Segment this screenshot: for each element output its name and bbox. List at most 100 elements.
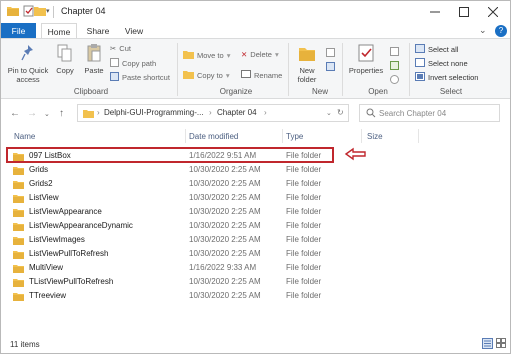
recent-locations-icon[interactable]: ⌄ <box>44 110 50 118</box>
copy-button[interactable]: Copy <box>53 44 77 75</box>
breadcrumb-chevron-icon: › <box>264 108 267 117</box>
large-icons-view-icon[interactable] <box>496 338 507 349</box>
invert-selection-icon <box>415 72 425 83</box>
customize-toolbar-icon[interactable]: ▾ <box>46 7 50 15</box>
file-date: 10/30/2020 2:25 AM <box>189 277 261 286</box>
breadcrumb-current[interactable]: Chapter 04 <box>217 108 257 117</box>
folder-icon <box>83 109 94 120</box>
list-item[interactable]: ListViewAppearanceDynamic 10/30/2020 2:25… <box>11 219 331 233</box>
list-item[interactable]: ListViewImages 10/30/2020 2:25 AM File fol… <box>11 233 331 247</box>
list-item[interactable]: Grids2 10/30/2020 2:25 AM File folder <box>11 177 331 191</box>
cut-label: Cut <box>119 44 131 53</box>
minimize-button[interactable] <box>421 1 449 23</box>
file-date: 10/30/2020 2:25 AM <box>189 291 261 300</box>
breadcrumb-parent[interactable]: Delphi-GUI-Programming-... <box>104 108 204 117</box>
tab-home[interactable]: Home <box>41 23 77 39</box>
paste-shortcut-button[interactable]: Paste shortcut <box>110 72 170 83</box>
pin-label: Pin to Quick access <box>7 66 49 84</box>
address-bar[interactable]: › Delphi-GUI-Programming-... › Chapter 0… <box>77 104 349 122</box>
column-date-modified[interactable]: Date modified <box>189 132 238 141</box>
cut-button[interactable]: ✂ Cut <box>110 44 131 53</box>
list-item[interactable]: MultiView 1/16/2022 9:33 AM File folder <box>11 261 331 275</box>
new-item-icon[interactable] <box>326 48 335 59</box>
window-title: Chapter 04 <box>61 6 106 16</box>
column-separator[interactable] <box>361 129 362 143</box>
easy-access-icon[interactable] <box>326 62 335 73</box>
select-none-icon <box>415 58 425 69</box>
delete-button[interactable]: ✕ Delete ▾ <box>241 50 279 59</box>
list-item[interactable]: ListViewAppearance 10/30/2020 2:25 AM File… <box>11 205 331 219</box>
tab-view[interactable]: View <box>119 23 149 39</box>
file-date: 10/30/2020 2:25 AM <box>189 207 261 216</box>
list-item[interactable]: ListView 10/30/2020 2:25 AM File folder <box>11 191 331 205</box>
tab-share[interactable]: Share <box>81 23 115 39</box>
column-name[interactable]: Name <box>14 132 35 141</box>
scissors-icon: ✂ <box>110 44 117 53</box>
list-item[interactable]: TListViewPullToRefresh 10/30/2020 2:25 AM… <box>11 275 331 289</box>
paste-shortcut-icon <box>110 72 119 83</box>
explorer-window: ▾ Chapter 04 File Home Share View ⌄ ? Pi… <box>0 0 511 354</box>
select-group-label: Select <box>439 87 463 96</box>
collapse-ribbon-icon[interactable]: ⌄ <box>479 25 487 36</box>
new-folder-label: New folder <box>297 66 317 84</box>
copy-to-label: Copy to <box>197 71 223 80</box>
select-none-button[interactable]: Select none <box>415 58 468 69</box>
maximize-button[interactable] <box>450 1 478 23</box>
file-name: ListView <box>29 193 59 202</box>
folder-icon <box>13 180 24 191</box>
paste-icon <box>81 44 107 64</box>
move-to-icon <box>183 50 194 61</box>
column-separator[interactable] <box>282 129 283 143</box>
rename-button[interactable]: Rename <box>241 70 282 80</box>
open-icon[interactable] <box>390 47 399 58</box>
file-date: 10/30/2020 2:25 AM <box>189 221 261 230</box>
paste-button[interactable]: Paste <box>81 44 107 75</box>
paste-label: Paste <box>84 66 104 75</box>
file-type: File folder <box>286 207 322 216</box>
copy-to-icon <box>183 70 194 81</box>
list-item[interactable]: ListViewPullToRefresh 10/30/2020 2:25 AM F… <box>11 247 331 261</box>
properties-quick-icon[interactable] <box>23 5 34 19</box>
copy-to-button[interactable]: Copy to ▾ <box>183 70 230 81</box>
group-separator <box>342 43 343 96</box>
column-separator[interactable] <box>185 129 186 143</box>
file-date: 10/30/2020 2:25 AM <box>189 165 261 174</box>
close-button[interactable] <box>479 1 507 23</box>
file-name: Grids <box>29 165 49 174</box>
move-to-button[interactable]: Move to ▾ <box>183 50 230 61</box>
tab-file[interactable]: File <box>1 23 36 39</box>
pin-quick-access-button[interactable]: Pin to Quick access <box>7 44 49 84</box>
new-group-label: New <box>311 87 328 96</box>
copy-path-button[interactable]: Copy path <box>110 58 156 69</box>
new-folder-button[interactable]: New folder <box>294 44 320 84</box>
invert-selection-button[interactable]: Invert selection <box>415 72 478 83</box>
file-type: File folder <box>286 235 322 244</box>
up-arrow-icon[interactable]: ↑ <box>59 108 64 119</box>
details-view-icon[interactable] <box>482 338 493 349</box>
clipboard-group-label: Clipboard <box>73 87 109 96</box>
help-icon[interactable]: ? <box>495 25 507 37</box>
column-type[interactable]: Type <box>286 132 303 141</box>
properties-button[interactable]: Properties <box>346 44 386 75</box>
forward-arrow-icon[interactable]: → <box>27 108 37 119</box>
copy-label: Copy <box>56 66 74 75</box>
move-to-label: Move to <box>197 51 224 60</box>
new-folder-quick-icon[interactable] <box>34 5 46 18</box>
file-name: MultiView <box>29 263 64 272</box>
edit-icon[interactable] <box>390 61 399 72</box>
refresh-icon[interactable]: ↻ <box>337 108 344 117</box>
select-all-button[interactable]: Select all <box>415 44 458 55</box>
back-arrow-icon[interactable]: ← <box>10 108 20 119</box>
search-box[interactable]: Search Chapter 04 <box>359 104 500 122</box>
arrow-callout-icon <box>344 147 368 163</box>
address-dropdown-icon[interactable]: ⌄ <box>326 109 332 117</box>
list-item[interactable]: TTreeview 10/30/2020 2:25 AM File folder <box>11 289 331 303</box>
column-separator[interactable] <box>418 129 419 143</box>
column-size[interactable]: Size <box>367 132 383 141</box>
list-item[interactable]: Grids 10/30/2020 2:25 AM File folder <box>11 163 331 177</box>
select-all-label: Select all <box>428 45 459 54</box>
history-icon[interactable] <box>390 75 399 86</box>
delete-label: Delete <box>250 50 272 59</box>
breadcrumb-chevron-icon: › <box>209 108 212 117</box>
paste-shortcut-label: Paste shortcut <box>122 73 170 82</box>
